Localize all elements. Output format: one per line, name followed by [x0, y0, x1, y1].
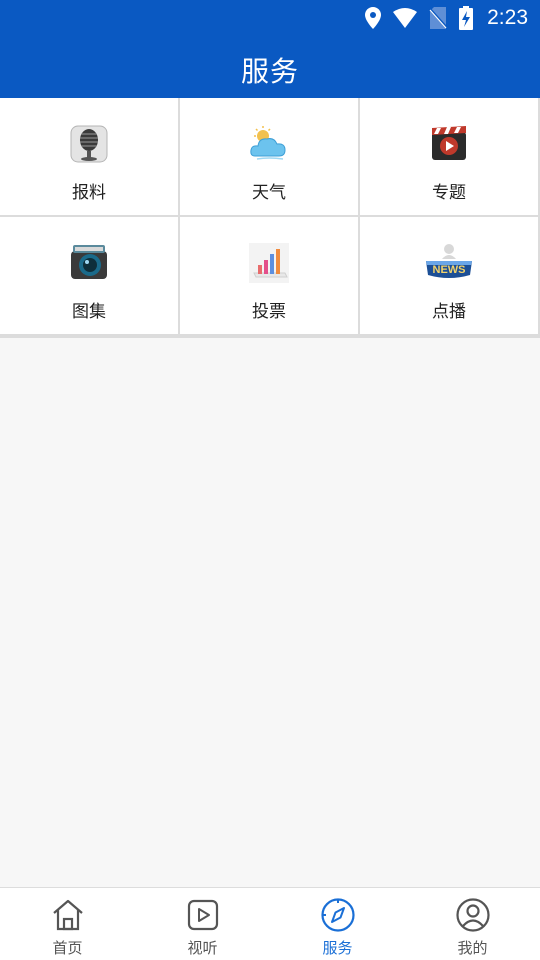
battery-charging-icon [459, 6, 474, 30]
tab-label: 我的 [457, 939, 488, 957]
profile-icon [455, 898, 490, 932]
page-title: 服务 [240, 55, 299, 88]
compass-icon [320, 898, 355, 932]
home-icon [52, 899, 83, 931]
service-item-weather[interactable]: 天气 [180, 98, 360, 217]
service-item-gallery[interactable]: 图集 [0, 217, 180, 336]
bottom-tab-bar: 首页 视听 服务 我的 [0, 887, 540, 960]
tab-label: 服务 [322, 939, 353, 957]
service-label: 投票 [252, 302, 286, 322]
service-item-baoliao[interactable]: 报料 [0, 98, 180, 217]
bar-chart-icon [249, 243, 289, 283]
service-label: 点播 [432, 302, 466, 322]
tab-label: 视听 [187, 939, 218, 957]
service-label: 天气 [252, 183, 286, 203]
service-label: 专题 [432, 183, 466, 203]
location-icon [365, 7, 382, 29]
svg-text:NEWS: NEWS [433, 264, 466, 276]
status-bar: 2:23 [0, 0, 540, 36]
service-item-vod[interactable]: NEWS 点播 [360, 217, 540, 336]
no-sim-icon [429, 7, 448, 29]
tab-profile[interactable]: 我的 [405, 888, 540, 960]
service-grid: 报料 天气 专题 图集 投票 NEWS 点播 [0, 98, 540, 338]
service-item-vote[interactable]: 投票 [180, 217, 360, 336]
camera-icon [71, 245, 107, 279]
status-time: 2:23 [487, 6, 528, 29]
service-label: 图集 [72, 302, 106, 322]
wifi-icon [393, 8, 418, 28]
microphone-icon [70, 125, 108, 163]
film-clapper-icon [432, 126, 466, 160]
tab-label: 首页 [52, 939, 83, 957]
play-icon [187, 899, 218, 931]
news-icon: NEWS [426, 244, 472, 278]
tab-home[interactable]: 首页 [0, 888, 135, 960]
service-label: 报料 [72, 183, 106, 203]
weather-cloud-icon [250, 126, 286, 160]
app-bar: 服务 [0, 36, 540, 98]
tab-services[interactable]: 服务 [270, 888, 405, 960]
tab-media[interactable]: 视听 [135, 888, 270, 960]
status-icons: 2:23 [365, 4, 528, 32]
service-item-topic[interactable]: 专题 [360, 98, 540, 217]
